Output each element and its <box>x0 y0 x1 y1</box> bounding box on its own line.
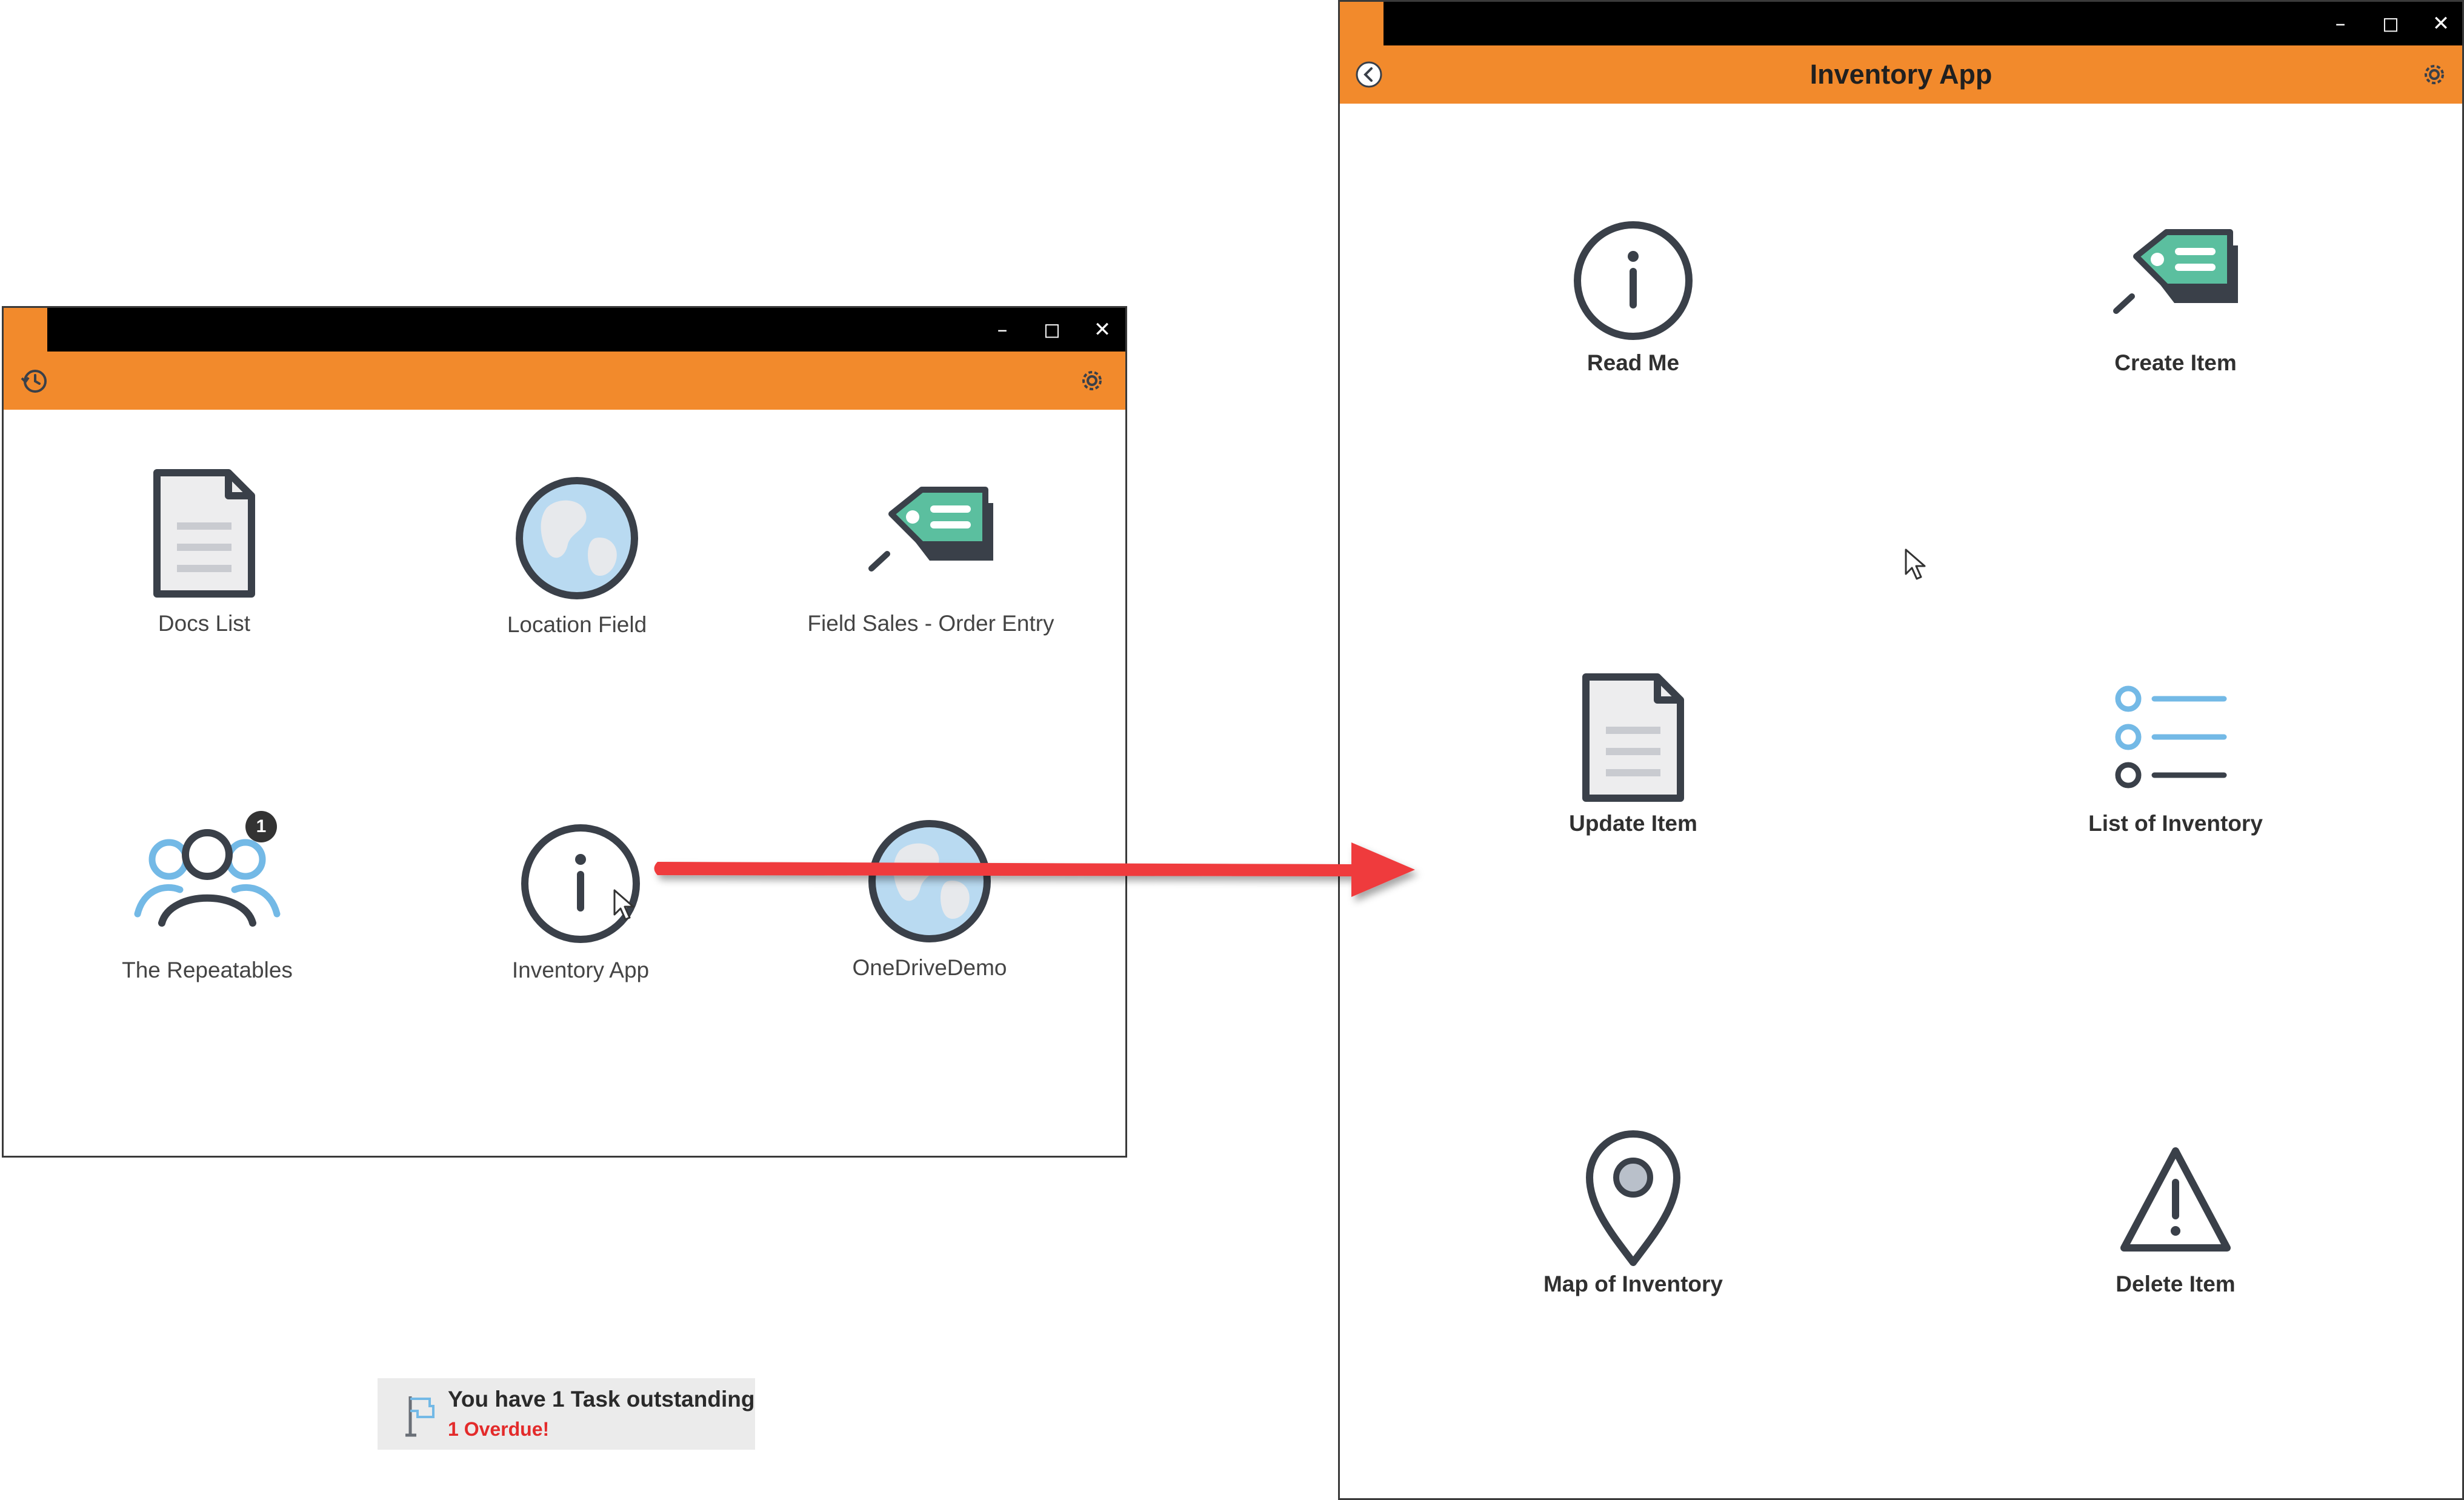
document-icon <box>153 469 255 598</box>
tile-label: Update Item <box>1569 811 1697 836</box>
back-icon[interactable] <box>1353 59 1385 90</box>
list-icon <box>2115 685 2227 788</box>
tile-list-of-inventory[interactable]: List of Inventory <box>1994 662 2357 862</box>
app-tab <box>4 308 47 352</box>
task-banner[interactable]: You have 1 Task outstanding 1 Overdue! <box>378 1378 755 1450</box>
tile-map-of-inventory[interactable]: Map of Inventory <box>1451 1123 1815 1323</box>
tile-label: OneDriveDemo <box>852 955 1007 980</box>
tile-label: Delete Item <box>2116 1272 2236 1296</box>
info-icon <box>521 824 640 943</box>
tile-update-item[interactable]: Update Item <box>1451 662 1815 862</box>
toolbar <box>4 352 1125 410</box>
navigation-arrow <box>654 842 1415 897</box>
info-icon <box>1574 221 1693 340</box>
map-pin-icon <box>1586 1130 1680 1266</box>
inventory-app-window: – ◻ ✕ Inventory App Read Me Create Item … <box>1338 0 2464 1500</box>
app-title: Inventory App <box>1810 59 1993 90</box>
tile-label: Map of Inventory <box>1543 1272 1723 1296</box>
tile-label: List of Inventory <box>2088 811 2263 836</box>
gear-icon[interactable] <box>1076 365 1108 396</box>
tile-the-repeatables[interactable]: 1 The Repeatables <box>25 805 389 1005</box>
notification-badge: 1 <box>245 811 277 842</box>
toolbar: Inventory App <box>1340 45 2462 104</box>
overdue-text: 1 Overdue! <box>448 1418 550 1440</box>
tile-location-field[interactable]: Location Field <box>395 459 759 659</box>
gear-icon[interactable] <box>2419 59 2450 90</box>
cursor-icon <box>1905 548 1926 580</box>
tile-field-sales-order-entry[interactable]: Field Sales - Order Entry <box>749 459 1113 659</box>
close-button[interactable]: ✕ <box>1085 313 1119 347</box>
app-tab <box>1340 2 1384 45</box>
tag-icon <box>2113 229 2238 314</box>
warning-icon <box>2120 1147 2231 1252</box>
title-bar: – ◻ ✕ <box>4 308 1125 352</box>
tile-label: Field Sales - Order Entry <box>807 611 1054 636</box>
history-icon[interactable] <box>19 365 51 396</box>
tile-label: Read Me <box>1587 350 1680 375</box>
document-icon <box>1582 673 1684 802</box>
flag-icon <box>405 1396 435 1437</box>
tile-label: The Repeatables <box>122 958 293 982</box>
cursor-icon <box>613 889 634 921</box>
home-window: – ◻ ✕ Docs List Location Field Field Sal… <box>2 306 1127 1450</box>
tile-docs-list[interactable]: Docs List <box>22 459 386 659</box>
tag-icon <box>868 487 993 572</box>
minimize-button[interactable]: – <box>2323 7 2357 41</box>
tile-read-me[interactable]: Read Me <box>1451 202 1815 402</box>
tile-label: Location Field <box>507 612 647 637</box>
task-title: You have 1 Task outstanding <box>448 1387 755 1412</box>
maximize-button[interactable]: ◻ <box>1035 313 1069 347</box>
maximize-button[interactable]: ◻ <box>2374 7 2408 41</box>
tile-label: Create Item <box>2114 350 2237 375</box>
close-button[interactable]: ✕ <box>2424 7 2458 41</box>
tile-create-item[interactable]: Create Item <box>1994 202 2357 402</box>
title-bar: – ◻ ✕ <box>1340 2 2462 45</box>
globe-icon <box>516 477 638 599</box>
tile-label: Docs List <box>158 611 251 636</box>
tile-label: Inventory App <box>511 958 650 982</box>
minimize-button[interactable]: – <box>985 313 1019 347</box>
tile-delete-item[interactable]: Delete Item <box>1994 1123 2357 1323</box>
